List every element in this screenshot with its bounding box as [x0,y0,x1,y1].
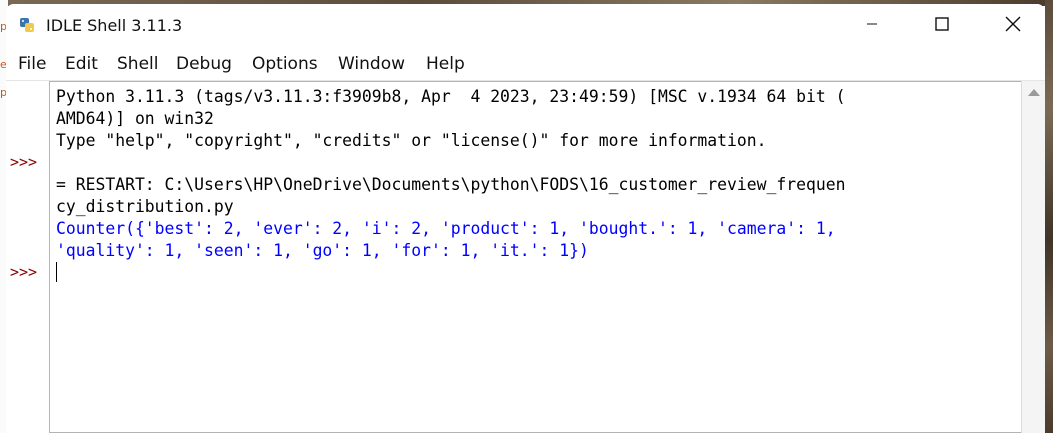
banner-line: AMD64)] on win32 [56,109,214,128]
maximize-button[interactable] [919,4,965,44]
banner-line: Type "help", "copyright", "credits" or "… [56,131,767,150]
desktop-background-right [1045,0,1053,433]
menu-window[interactable]: Window [338,54,405,74]
shell-text-area[interactable]: Python 3.11.3 (tags/v3.11.3:f3909b8, Apr… [49,81,1021,433]
shell-prompt-current: >>> [10,263,38,281]
menu-bar: File Edit Shell Debug Options Window Hel… [6,50,1045,80]
menu-help[interactable]: Help [426,54,465,74]
idle-shell-window: IDLE Shell 3.11.3 File Edit Shell Debug … [6,4,1045,433]
close-icon [1005,16,1021,32]
menu-edit[interactable]: Edit [65,54,98,74]
menu-file[interactable]: File [18,54,46,74]
vertical-scrollbar[interactable] [1021,81,1045,433]
restart-line: cy_distribution.py [56,197,234,216]
close-button[interactable] [990,4,1036,44]
shell-prompt: >>> [10,153,38,171]
restart-line: = RESTART: C:\Users\HP\OneDrive\Document… [56,175,846,194]
menu-options[interactable]: Options [252,54,318,74]
window-title: IDLE Shell 3.11.3 [46,16,183,35]
minimize-icon [867,23,877,25]
text-cursor [56,262,57,282]
shell-area: >>> >>> Python 3.11.3 (tags/v3.11.3:f390… [6,81,1045,433]
banner-line: Python 3.11.3 (tags/v3.11.3:f3909b8, Apr… [56,87,846,106]
prompt-gutter: >>> >>> [6,81,49,433]
output-line: 'quality': 1, 'seen': 1, 'go': 1, 'for':… [56,241,589,260]
minimize-button[interactable] [849,4,895,44]
maximize-icon [935,17,949,31]
menu-shell[interactable]: Shell [117,54,158,74]
python-idle-icon [20,18,34,32]
menu-debug[interactable]: Debug [176,54,232,74]
scroll-up-arrow-icon[interactable] [1028,89,1040,96]
output-line: Counter({'best': 2, 'ever': 2, 'i': 2, '… [56,219,836,238]
title-bar[interactable]: IDLE Shell 3.11.3 [6,4,1045,44]
